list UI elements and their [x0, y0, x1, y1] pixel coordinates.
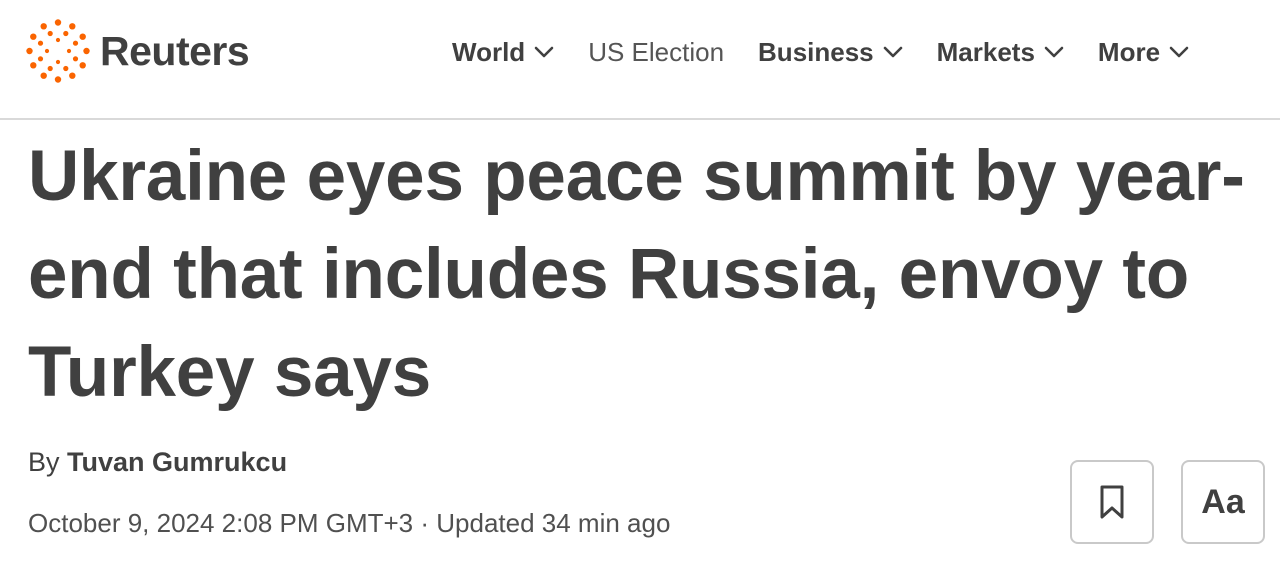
nav-item-business[interactable]: Business: [758, 37, 903, 68]
chevron-down-icon: [1044, 46, 1064, 58]
nav-item-markets[interactable]: Markets: [937, 37, 1064, 68]
chevron-down-icon: [883, 46, 902, 58]
nav-item-label: Business: [758, 36, 874, 67]
nav-item-label: More: [1097, 36, 1161, 67]
nav-item-more[interactable]: More: [1098, 37, 1189, 68]
article-dateline: October 9, 2024 2:08 PM GMT+3 · Updated …: [28, 508, 671, 538]
bookmark-button[interactable]: [1070, 460, 1154, 544]
reuters-logo-text: Reuters: [100, 27, 250, 74]
article-headline: Ukraine eyes peace summit by year-end th…: [28, 137, 1245, 412]
reuters-logo-icon: [26, 19, 90, 83]
byline-prefix: By: [28, 447, 60, 477]
nav-item-us-election[interactable]: US Election: [588, 37, 724, 68]
nav-item-label: World: [452, 36, 526, 67]
byline: By Tuvan Gumrukcu: [28, 447, 287, 478]
text-size-button[interactable]: Aa: [1181, 460, 1265, 544]
main-nav: World US Election Business Markets More: [452, 30, 1189, 74]
nav-item-label: Markets: [936, 36, 1035, 67]
nav-item-world[interactable]: World: [452, 37, 554, 68]
site-header: Reuters World US Election Business Marke…: [0, 0, 1280, 120]
text-size-label: Aa: [1201, 482, 1245, 521]
author-link[interactable]: Tuvan Gumrukcu: [67, 447, 287, 477]
bookmark-icon: [1100, 485, 1124, 519]
chevron-down-icon: [534, 46, 554, 58]
chevron-down-icon: [1169, 46, 1189, 58]
reuters-logo[interactable]: Reuters: [26, 18, 250, 84]
nav-item-label: US Election: [588, 36, 725, 67]
